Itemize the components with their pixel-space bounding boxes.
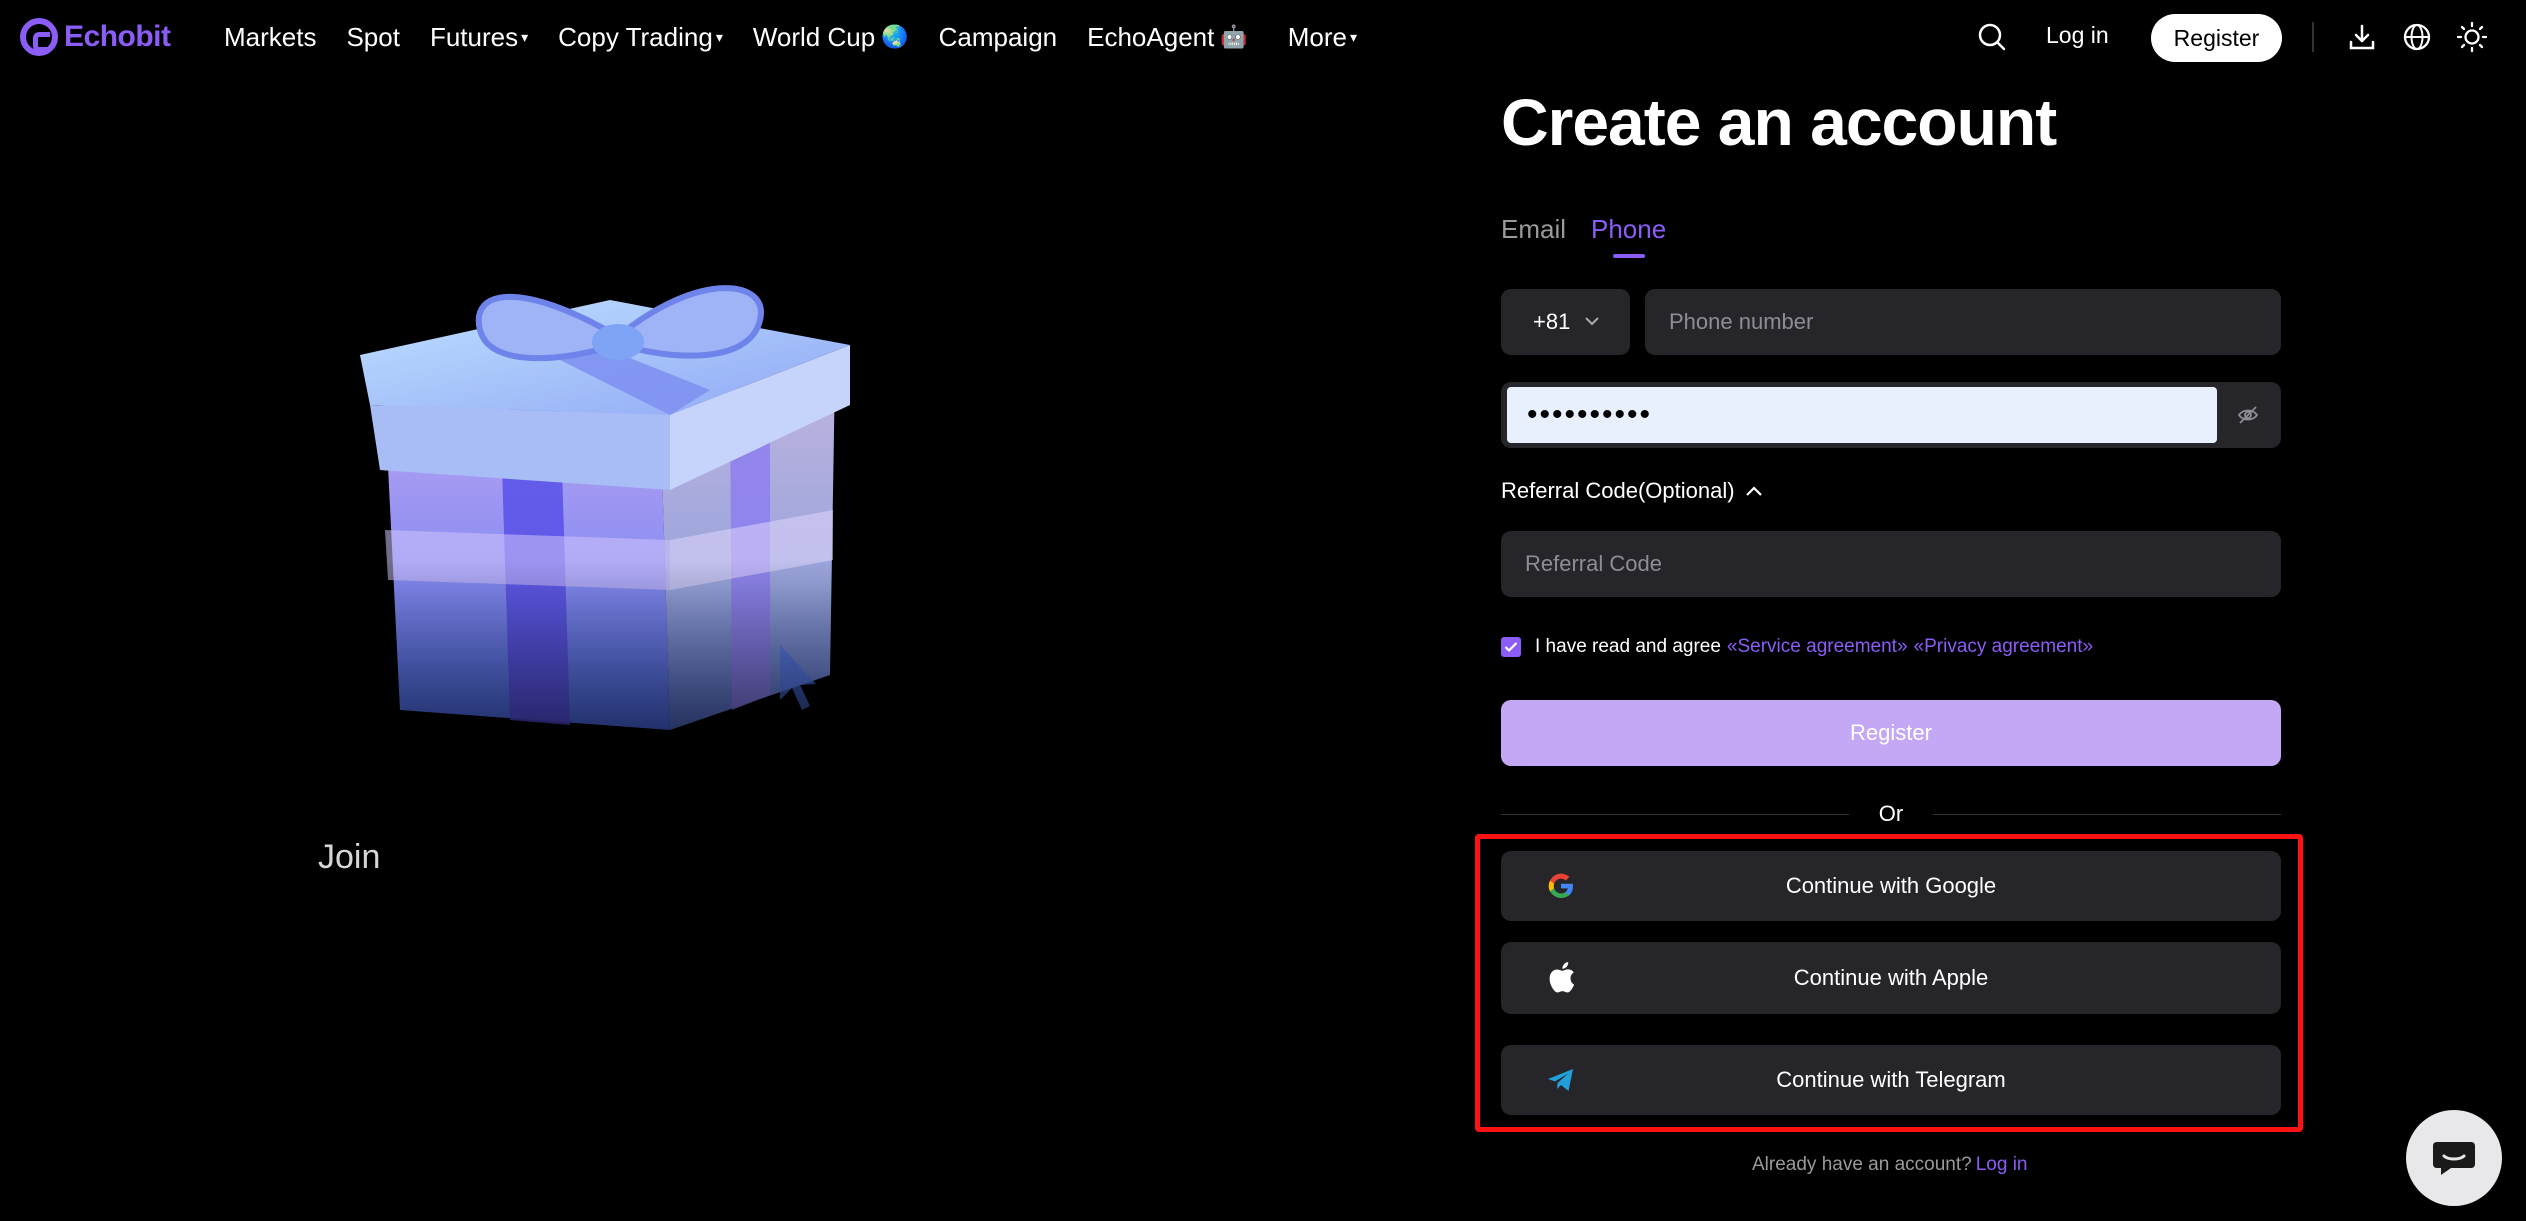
tab-phone[interactable]: Phone <box>1591 214 1666 245</box>
google-button-label: Continue with Google <box>1785 873 1997 898</box>
agree-text: I have read and agree <box>1535 636 1721 657</box>
login-link[interactable]: Log in <box>2046 22 2109 49</box>
footer-login-link[interactable]: Log in <box>1976 1154 2028 1175</box>
eye-hidden-icon[interactable] <box>2237 404 2259 426</box>
join-text: Join <box>318 838 381 876</box>
top-navbar: Echobit Markets Spot Futures ▾ Copy Tradi… <box>0 0 2526 74</box>
phone-number-input[interactable]: Phone number <box>1645 289 2281 355</box>
caret-down-icon: ▾ <box>521 28 529 45</box>
menu-item-more[interactable]: More ▾ <box>1288 22 1357 53</box>
continue-with-telegram-button[interactable]: Continue with Telegram <box>1501 1045 2281 1115</box>
referral-placeholder: Referral Code <box>1525 551 1662 576</box>
country-code-select[interactable]: +81 <box>1501 289 1630 355</box>
continue-with-google-button[interactable]: Continue with Google <box>1501 851 2281 921</box>
telegram-button-label: Continue with Telegram <box>1776 1067 2006 1092</box>
agreement-row: I have read and agree «Service agreement… <box>1501 636 2093 658</box>
referral-toggle[interactable]: Referral Code(Optional) <box>1501 478 1763 504</box>
nav-divider <box>2312 22 2314 52</box>
search-icon[interactable] <box>1975 20 2009 54</box>
chat-icon <box>2431 1138 2477 1178</box>
menu-item-copy-trading[interactable]: Copy Trading ▾ <box>558 22 723 53</box>
sun-icon[interactable] <box>2455 20 2489 54</box>
or-text: Or <box>1878 801 1904 826</box>
robot-emoji-icon: 🤖 <box>1220 24 1248 49</box>
chevron-down-icon <box>1584 313 1600 331</box>
menu-item-markets[interactable]: Markets <box>224 22 316 53</box>
telegram-icon <box>1545 1064 1577 1096</box>
page-title: Create an account <box>1501 85 2057 159</box>
logo[interactable]: Echobit <box>20 18 171 56</box>
privacy-agreement-link[interactable]: «Privacy agreement» <box>1914 636 2094 658</box>
menu-item-echoagent[interactable]: EchoAgent 🤖 <box>1087 22 1248 53</box>
chevron-up-icon <box>1745 485 1763 497</box>
referral-label: Referral Code(Optional) <box>1501 478 1735 503</box>
apple-icon <box>1545 961 1577 993</box>
menu-item-spot[interactable]: Spot <box>346 22 400 53</box>
continue-with-apple-button[interactable]: Continue with Apple <box>1501 942 2281 1014</box>
gift-box-illustration <box>270 170 990 820</box>
globe-emoji-icon: 🌏 <box>881 24 909 49</box>
phone-placeholder: Phone number <box>1669 309 1814 334</box>
main-menu: Markets Spot Futures ▾ Copy Trading ▾ Worl… <box>224 0 1387 74</box>
register-button[interactable]: Register <box>1501 700 2281 766</box>
caret-down-icon: ▾ <box>1350 28 1358 45</box>
globe-icon[interactable] <box>2400 20 2434 54</box>
or-divider-right <box>1933 814 2281 815</box>
chat-support-button[interactable] <box>2406 1110 2502 1206</box>
apple-button-label: Continue with Apple <box>1793 965 1989 990</box>
logo-text: Echobit <box>64 20 171 53</box>
login-prompt: Already have an account? Log in <box>1752 1154 2028 1176</box>
menu-item-futures[interactable]: Futures ▾ <box>430 22 528 53</box>
referral-code-input[interactable]: Referral Code <box>1501 531 2281 597</box>
google-icon <box>1545 870 1577 902</box>
download-icon[interactable] <box>2345 20 2379 54</box>
country-code-value: +81 <box>1533 309 1571 334</box>
or-divider-left <box>1501 814 1849 815</box>
login-prompt-text: Already have an account? <box>1752 1154 1972 1175</box>
tab-email[interactable]: Email <box>1501 214 1566 245</box>
echobit-logo-icon <box>20 18 58 56</box>
register-nav-button[interactable]: Register <box>2151 14 2282 62</box>
password-field[interactable]: •••••••••• <box>1501 382 2281 448</box>
active-tab-indicator <box>1613 254 1645 258</box>
menu-item-campaign[interactable]: Campaign <box>939 22 1058 53</box>
menu-item-world-cup[interactable]: World Cup 🌏 <box>753 22 909 53</box>
agree-checkbox[interactable] <box>1501 637 1521 657</box>
service-agreement-link[interactable]: «Service agreement» <box>1727 636 1908 658</box>
caret-down-icon: ▾ <box>715 28 723 45</box>
password-input[interactable]: •••••••••• <box>1507 387 2217 443</box>
